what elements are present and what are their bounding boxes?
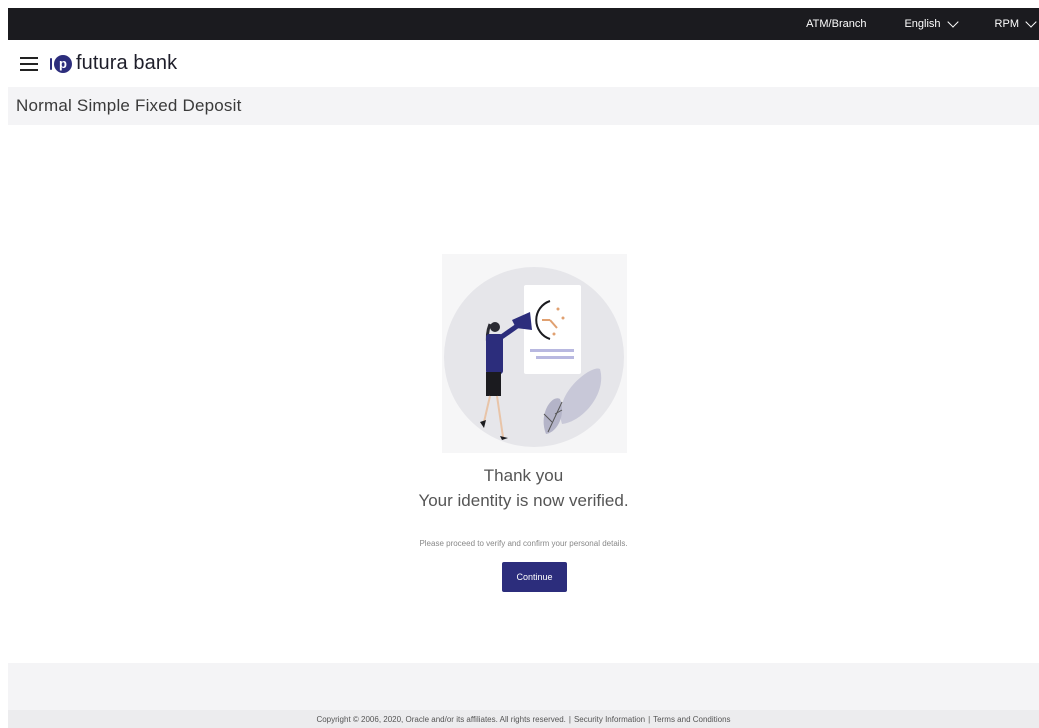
page-title: Normal Simple Fixed Deposit	[16, 96, 242, 115]
atm-branch-link[interactable]: ATM/Branch	[806, 18, 866, 30]
app-frame: ATM/Branch English RPM p futura bank Nor…	[8, 8, 1039, 728]
security-information-link[interactable]: Security Information	[574, 715, 645, 724]
chevron-down-icon	[1025, 15, 1037, 28]
verification-illustration	[442, 254, 627, 453]
hamburger-menu-icon[interactable]	[20, 56, 38, 71]
main-content: Thank you Your identity is now verified.…	[8, 125, 1039, 663]
brand-name: futura bank	[76, 52, 178, 74]
atm-branch-label: ATM/Branch	[806, 18, 867, 30]
user-label: RPM	[994, 18, 1019, 30]
copyright-text: Copyright © 2006, 2020, Oracle and/or it…	[316, 714, 566, 724]
proceed-instruction: Please proceed to verify and confirm you…	[419, 539, 628, 548]
continue-button[interactable]: Continue	[502, 562, 567, 592]
logo-mark-icon: p	[49, 53, 72, 75]
footer-separator: |	[568, 714, 571, 724]
identity-verified-message: Your identity is now verified.	[418, 491, 629, 510]
futura-bank-logo[interactable]: p futura bank	[49, 52, 177, 75]
page-title-bar: Normal Simple Fixed Deposit	[8, 87, 1039, 125]
thank-you-heading: Thank you	[483, 466, 564, 485]
chevron-down-icon	[946, 15, 959, 28]
language-label: English	[904, 18, 941, 30]
brand-header: p futura bank	[8, 40, 1039, 87]
user-menu-dropdown[interactable]: RPM	[994, 15, 1037, 30]
terms-and-conditions-link[interactable]: Terms and Conditions	[653, 715, 730, 724]
footer-spacer	[8, 663, 1039, 710]
language-dropdown[interactable]: English	[904, 15, 959, 30]
page-footer: Copyright © 2006, 2020, Oracle and/or it…	[8, 710, 1039, 728]
top-utility-bar: ATM/Branch English RPM	[8, 8, 1039, 40]
footer-separator: |	[648, 714, 651, 724]
